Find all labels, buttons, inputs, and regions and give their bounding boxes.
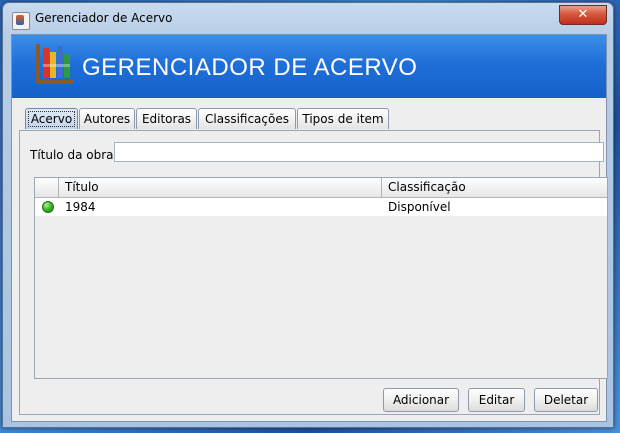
banner-title: GERENCIADOR DE ACERVO xyxy=(82,54,418,81)
title-filter-label: Título da obra xyxy=(30,148,114,162)
window-title: Gerenciador de Acervo xyxy=(35,11,173,25)
status-available-icon xyxy=(42,201,54,213)
edit-button[interactable]: Editar xyxy=(468,388,525,412)
tab-classificacoes[interactable]: Classificações xyxy=(198,108,296,129)
tab-tipos-de-item[interactable]: Tipos de item xyxy=(297,108,389,129)
column-header-titulo[interactable]: Título xyxy=(59,178,382,197)
window-content: GERENCIADOR DE ACERVO Acervo Autores Edi… xyxy=(11,34,608,422)
title-bar[interactable]: Gerenciador de Acervo ✕ xyxy=(3,3,613,33)
title-filter-input[interactable] xyxy=(114,142,604,162)
tab-label: Editoras xyxy=(141,112,192,126)
tab-label: Autores xyxy=(83,112,131,126)
acervo-table: Título Classificação 1984 Disponível xyxy=(34,177,608,379)
table-header: Título Classificação xyxy=(35,178,607,198)
java-app-icon xyxy=(12,12,30,30)
table-row[interactable]: 1984 Disponível xyxy=(35,198,607,216)
column-header-classificacao[interactable]: Classificação xyxy=(382,178,607,197)
add-button[interactable]: Adicionar xyxy=(383,388,459,412)
acervo-panel: Título da obra Título Classificação 1984… xyxy=(19,130,608,415)
tab-autores[interactable]: Autores xyxy=(79,108,135,129)
tab-acervo[interactable]: Acervo xyxy=(25,108,78,129)
tab-label: Classificações xyxy=(205,112,289,126)
books-icon xyxy=(36,44,74,84)
column-header-status[interactable] xyxy=(35,178,59,197)
tab-label: Tipos de item xyxy=(302,112,384,126)
cell-titulo: 1984 xyxy=(65,200,96,214)
close-button[interactable]: ✕ xyxy=(559,5,607,25)
cell-classificacao: Disponível xyxy=(388,200,451,214)
tab-label: Acervo xyxy=(27,111,76,127)
delete-button[interactable]: Deletar xyxy=(534,388,598,412)
header-banner: GERENCIADOR DE ACERVO xyxy=(12,35,606,98)
app-window: Gerenciador de Acervo ✕ GERENCIADOR DE A… xyxy=(2,2,614,428)
tab-editoras[interactable]: Editoras xyxy=(136,108,197,129)
